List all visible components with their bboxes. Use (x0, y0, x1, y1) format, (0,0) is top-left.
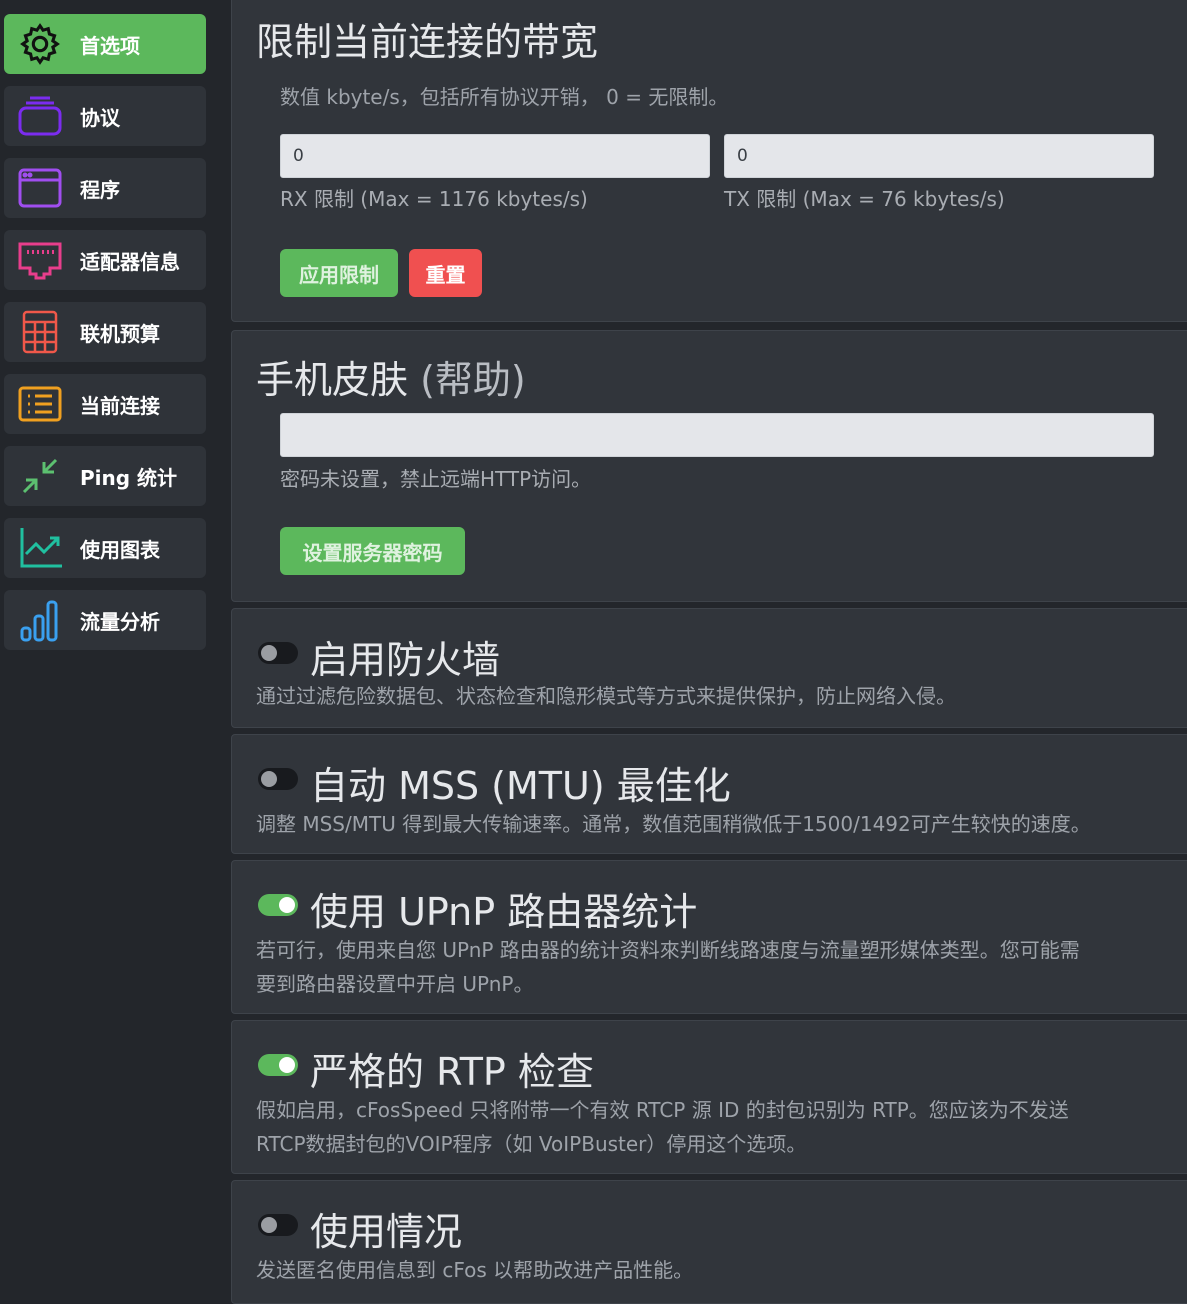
sidebar-item-label: Ping 统计 (80, 465, 178, 490)
mss-title: 自动 MSS (MTU) 最佳化 (310, 764, 731, 808)
firewall-desc: 通过过滤危险数据包、状态检查和隐形模式等方式来提供保护，防止网络入侵。 (256, 684, 956, 708)
sidebar-item-online-budget[interactable]: 联机预算 (4, 302, 206, 362)
sidebar-item-label: 联机预算 (80, 321, 160, 346)
tx-limit-label: TX 限制 (Max = 76 kbytes/s) (724, 187, 1005, 211)
usage-panel: 使用情况 发送匿名使用信息到 cFos 以帮助改进产品性能。 (231, 1180, 1187, 1304)
skin-panel: 手机皮肤 (帮助) 密码未设置，禁止远端HTTP访问。 设置服务器密码 (231, 330, 1187, 602)
set-server-password-button[interactable]: 设置服务器密码 (280, 527, 465, 575)
rx-limit-label: RX 限制 (Max = 1176 kbytes/s) (280, 187, 588, 211)
firewall-title: 启用防火墙 (310, 638, 501, 682)
bar-chart-icon (16, 596, 64, 644)
mss-toggle[interactable] (258, 768, 298, 790)
rtp-toggle[interactable] (258, 1054, 298, 1076)
window-icon (16, 164, 64, 212)
upnp-desc-line1: 若可行，使用来自您 UPnP 路由器的统计资料來判断线路速度与流量塑形媒体类型。… (256, 938, 1080, 962)
skin-title-text: 手机皮肤 (256, 358, 409, 402)
sidebar-item-label: 使用图表 (80, 537, 160, 562)
line-chart-icon (16, 524, 64, 572)
bandwidth-title: 限制当前连接的带宽 (256, 20, 599, 64)
list-icon (16, 380, 64, 428)
sidebar-item-preferences[interactable]: 首选项 (4, 14, 206, 74)
sidebar-item-ping-stats[interactable]: Ping 统计 (4, 446, 206, 506)
sidebar-item-label: 当前连接 (80, 393, 160, 418)
usage-toggle[interactable] (258, 1214, 298, 1236)
arrows-collapse-icon (16, 452, 64, 500)
server-password-input[interactable] (280, 413, 1154, 457)
sidebar-item-label: 流量分析 (80, 609, 160, 634)
usage-desc: 发送匿名使用信息到 cFos 以帮助改进产品性能。 (256, 1258, 694, 1282)
rtp-panel: 严格的 RTP 检查 假如启用，cFosSpeed 只将附带一个有效 RTCP … (231, 1020, 1187, 1174)
sidebar: 首选项 协议 程序 适配器信息 联机预算 当前连接 Ping 统计 使用图表 流… (0, 0, 220, 1298)
upnp-toggle[interactable] (258, 894, 298, 916)
tx-limit-input[interactable] (724, 134, 1154, 178)
ethernet-port-icon (16, 236, 64, 284)
calculator-icon (16, 308, 64, 356)
rtp-title: 严格的 RTP 检查 (310, 1050, 594, 1094)
sidebar-item-label: 程序 (80, 177, 120, 202)
bandwidth-panel: 限制当前连接的带宽 数值 kbyte/s，包括所有协议开销， 0 = 无限制。 … (231, 0, 1187, 322)
toggle-knob (261, 771, 277, 787)
gear-icon (16, 20, 64, 68)
sidebar-item-label: 适配器信息 (80, 249, 180, 274)
upnp-desc-line2: 要到路由器设置中开启 UPnP。 (256, 972, 534, 996)
apply-limit-button[interactable]: 应用限制 (280, 249, 398, 297)
rtp-desc-line1: 假如启用，cFosSpeed 只将附带一个有效 RTCP 源 ID 的封包识别为… (256, 1098, 1069, 1122)
toggle-knob (261, 1217, 277, 1233)
sidebar-item-label: 协议 (80, 105, 120, 130)
help-link[interactable]: (帮助) (420, 358, 526, 402)
firewall-toggle[interactable] (258, 642, 298, 664)
rtp-desc-line2: RTCP数据封包的VOIP程序（如 VoIPBuster）停用这个选项。 (256, 1132, 807, 1156)
upnp-panel: 使用 UPnP 路由器统计 若可行，使用来自您 UPnP 路由器的统计资料來判断… (231, 860, 1187, 1014)
bandwidth-hint: 数值 kbyte/s，包括所有协议开销， 0 = 无限制。 (280, 85, 729, 109)
sidebar-item-usage-charts[interactable]: 使用图表 (4, 518, 206, 578)
stack-icon (16, 92, 64, 140)
upnp-title: 使用 UPnP 路由器统计 (310, 890, 698, 934)
password-status: 密码未设置，禁止远端HTTP访问。 (280, 467, 592, 491)
sidebar-item-adapter-info[interactable]: 适配器信息 (4, 230, 206, 290)
reset-button[interactable]: 重置 (409, 249, 482, 297)
usage-title: 使用情况 (310, 1210, 463, 1254)
toggle-knob (261, 645, 277, 661)
rx-limit-input[interactable] (280, 134, 710, 178)
sidebar-item-label: 首选项 (80, 33, 140, 58)
skin-title: 手机皮肤 (帮助) (256, 349, 526, 404)
mss-panel: 自动 MSS (MTU) 最佳化 调整 MSS/MTU 得到最大传输速率。通常，… (231, 734, 1187, 854)
sidebar-item-protocols[interactable]: 协议 (4, 86, 206, 146)
toggle-knob (279, 897, 295, 913)
toggle-knob (279, 1057, 295, 1073)
firewall-panel: 启用防火墙 通过过滤危险数据包、状态检查和隐形模式等方式来提供保护，防止网络入侵… (231, 608, 1187, 728)
sidebar-item-traffic-analysis[interactable]: 流量分析 (4, 590, 206, 650)
sidebar-item-current-connections[interactable]: 当前连接 (4, 374, 206, 434)
mss-desc: 调整 MSS/MTU 得到最大传输速率。通常，数值范围稍微低于1500/1492… (256, 812, 1091, 836)
sidebar-item-programs[interactable]: 程序 (4, 158, 206, 218)
